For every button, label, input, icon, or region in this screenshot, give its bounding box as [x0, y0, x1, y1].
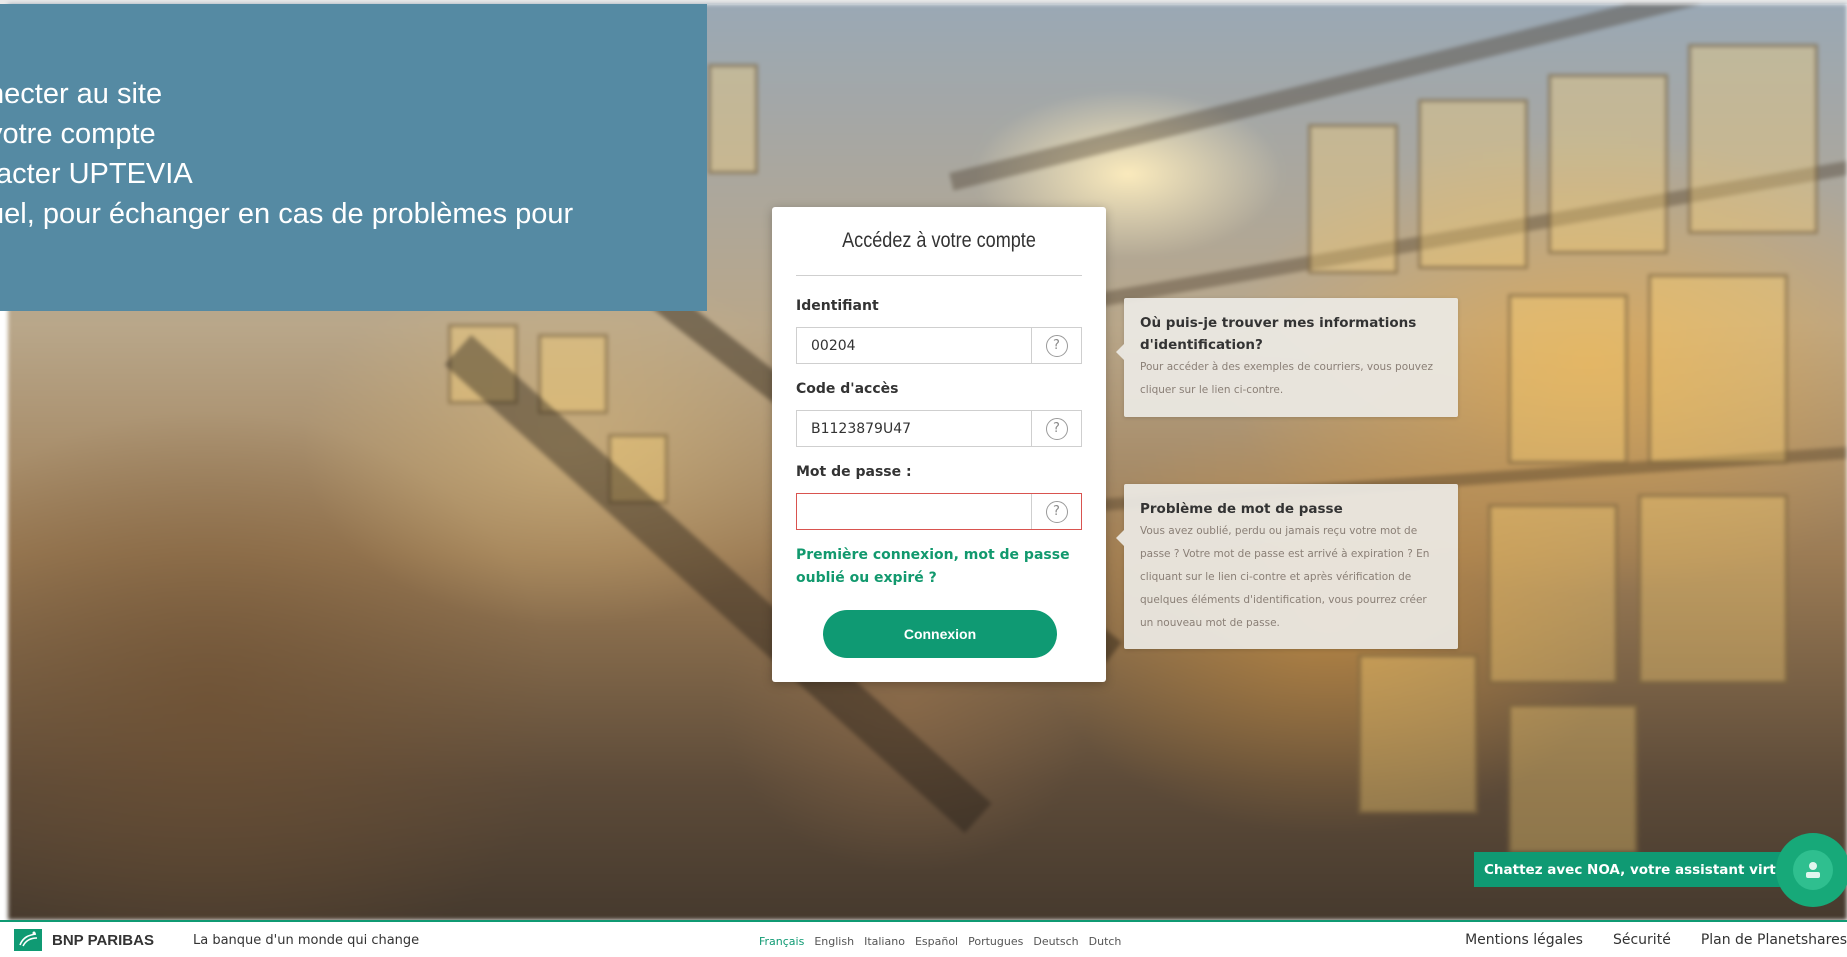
code-help-button[interactable]: ? — [1031, 411, 1081, 446]
brand-tagline: La banque d'un monde qui change — [193, 933, 420, 948]
login-title: Accédez à votre compte — [842, 229, 1036, 252]
chat-assistant-icon — [1793, 850, 1833, 890]
password-help-button[interactable]: ? — [1031, 494, 1081, 529]
question-icon: ? — [1045, 334, 1068, 357]
question-icon: ? — [1045, 417, 1068, 440]
identifiant-help-button[interactable]: ? — [1031, 328, 1081, 363]
plan-du-site-link[interactable]: Plan de Planetshares — [1701, 932, 1847, 948]
footer: BNP PARIBAS La banque d'un monde qui cha… — [0, 920, 1847, 957]
overlay-note: : necter au site votre compte tacter UPT… — [0, 4, 707, 311]
brand-name: BNP PARIBAS — [52, 932, 154, 949]
info-password-tooltip: Problème de mot de passe Vous avez oubli… — [1116, 484, 1458, 649]
note-line: votre compte — [0, 118, 156, 150]
language-link-dutch[interactable]: Dutch — [1089, 935, 1122, 948]
connexion-button[interactable]: Connexion — [823, 610, 1057, 658]
login-card: Accédez à votre compte Identifiant ? Cod… — [772, 207, 1106, 682]
language-link-francais[interactable]: Français — [759, 935, 804, 948]
language-link-italiano[interactable]: Italiano — [864, 935, 905, 948]
code-field-group: ? — [796, 410, 1082, 447]
info-identification-tooltip: Où puis-je trouver mes informations d'id… — [1116, 298, 1458, 417]
language-link-english[interactable]: English — [814, 935, 854, 948]
info-identification-title: Où puis-je trouver mes informations d'id… — [1140, 315, 1417, 353]
mentions-legales-link[interactable]: Mentions légales — [1465, 932, 1583, 948]
language-link-espanol[interactable]: Español — [915, 935, 958, 948]
identifiant-input[interactable] — [797, 328, 1031, 363]
language-link-portugues[interactable]: Portugues — [968, 935, 1023, 948]
code-label: Code d'accès — [796, 381, 899, 397]
footer-links: Mentions légales Sécurité Plan de Planet… — [1465, 932, 1847, 948]
info-identification-text: Pour accéder à des exemples de courriers… — [1140, 361, 1433, 396]
securite-link[interactable]: Sécurité — [1613, 932, 1671, 948]
password-field-group: ? — [796, 493, 1082, 530]
note-line: tacter UPTEVIA — [0, 158, 193, 190]
chat-assistant-button[interactable] — [1776, 833, 1847, 907]
note-line: uel, pour échanger en cas de problèmes p… — [0, 198, 574, 230]
language-link-deutsch[interactable]: Deutsch — [1033, 935, 1078, 948]
identifiant-field-group: ? — [796, 327, 1082, 364]
forgot-password-link[interactable]: Première connexion, mot de passe oublié … — [796, 544, 1088, 590]
chat-assistant-label[interactable]: Chattez avec NOA, votre assistant virtue… — [1474, 852, 1818, 887]
info-password-title: Problème de mot de passe — [1140, 501, 1343, 517]
language-selector: Français English Italiano Español Portug… — [759, 935, 1121, 948]
password-input[interactable] — [797, 494, 1031, 529]
password-label: Mot de passe : — [796, 464, 912, 480]
info-password-text: Vous avez oublié, perdu ou jamais reçu v… — [1140, 525, 1430, 629]
identifiant-label: Identifiant — [796, 298, 879, 314]
title-divider — [796, 275, 1082, 276]
question-icon: ? — [1045, 500, 1068, 523]
code-input[interactable] — [797, 411, 1031, 446]
note-line: necter au site — [0, 78, 163, 110]
bnp-logo-icon — [14, 929, 42, 951]
